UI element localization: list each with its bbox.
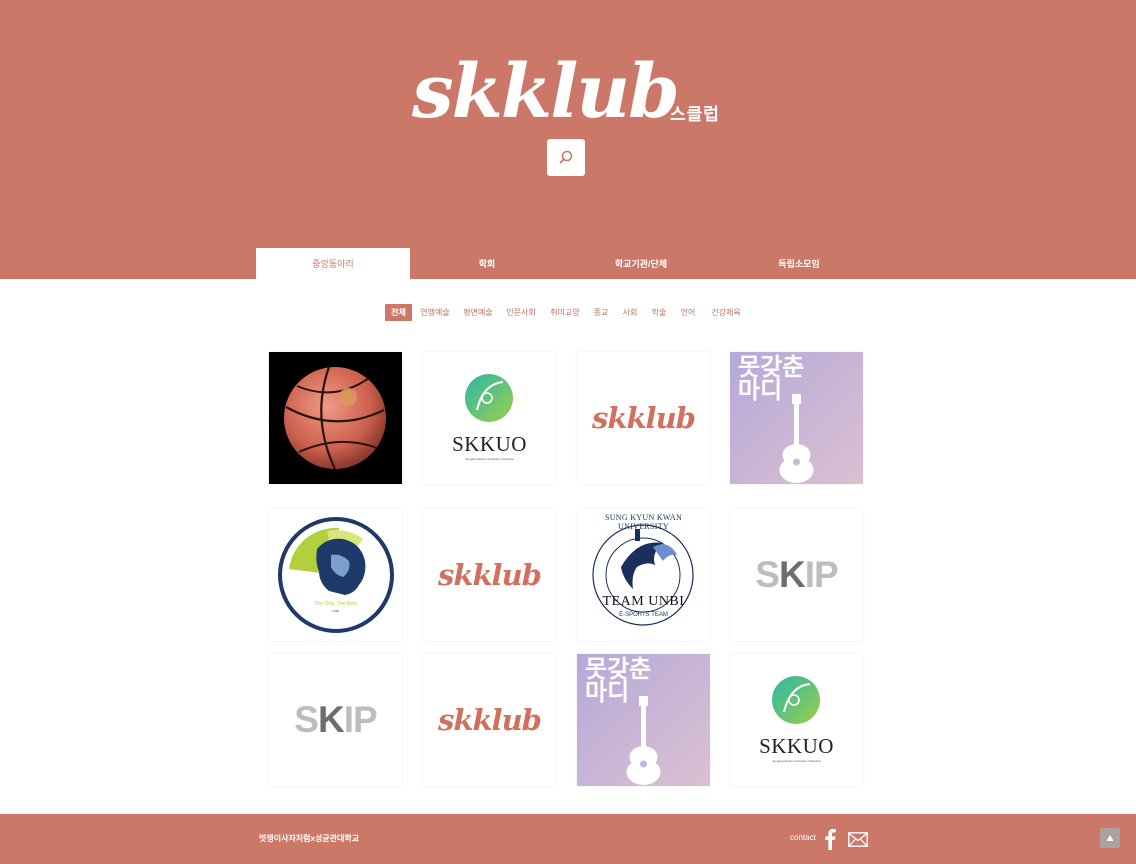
search-button[interactable] xyxy=(547,139,585,176)
skkuo-wordmark: SKKUO xyxy=(759,734,834,758)
lion-crest-icon xyxy=(278,517,394,633)
skkuo-wordmark: SKKUO xyxy=(452,432,527,456)
unbi-sub: E-SPORTS TEAM xyxy=(619,612,668,618)
skip-letter-k: K xyxy=(317,699,345,740)
skip-letter-s: S xyxy=(755,554,780,595)
filter-bar: 전체 연행예술 평면예술 인문사회 취미교양 종교 사회 학술 언어 건강체육 xyxy=(0,304,1136,322)
club-card-basketball[interactable] xyxy=(269,352,402,484)
skkuo-tagline: Sungkyunkwan University Orchestra xyxy=(772,759,821,763)
skip-letters-ip: IP xyxy=(343,699,378,740)
facebook-icon[interactable] xyxy=(823,828,837,850)
logo-subtitle: 스클럽 xyxy=(670,105,720,124)
skklub-placeholder-logo: skklub xyxy=(438,703,542,737)
arrow-up-icon xyxy=(1106,835,1114,841)
filter-religion[interactable]: 종교 xyxy=(590,304,612,321)
skip-logo: SKIP xyxy=(269,654,402,786)
mail-icon[interactable] xyxy=(848,832,868,847)
filter-hobbies[interactable]: 취미교양 xyxy=(547,304,583,321)
category-tabs: 중앙동아리 학회 학교기관/단체 독립소모임 xyxy=(256,248,880,279)
skkuo-tagline: Sungkyunkwan University Orchestra xyxy=(465,457,514,461)
club-card-guitar[interactable]: 못갖춘마디 xyxy=(730,352,863,484)
scroll-top-button[interactable] xyxy=(1100,828,1120,848)
basketball-image xyxy=(269,352,402,484)
search-icon xyxy=(559,150,573,164)
club-card-guitar-2[interactable]: 못갖춘마디 xyxy=(577,654,710,786)
orchestra-logo-icon xyxy=(772,676,820,724)
site-logo[interactable]: skklub 스클럽 xyxy=(412,52,742,132)
filter-academics[interactable]: 학술 xyxy=(648,304,670,321)
club-card-skklub-placeholder-3[interactable]: skklub xyxy=(423,654,556,786)
club-card-skklub-placeholder[interactable]: skklub xyxy=(577,352,710,484)
tab-school-organizations[interactable]: 학교기관/단체 xyxy=(564,248,718,279)
filter-humanities[interactable]: 인문사회 xyxy=(503,304,539,321)
club-card-team-unbi[interactable]: TEAM UNBI E-SPORTS TEAM SUNG KYUN KWAN U… xyxy=(577,509,710,641)
lion-sub: LINE xyxy=(332,609,339,613)
club-card-skip[interactable]: SKIP xyxy=(730,509,863,641)
tab-independent-groups[interactable]: 독립소모임 xyxy=(722,248,876,279)
logo-wordmark: skklub xyxy=(412,49,680,135)
filter-sports[interactable]: 건강체육 xyxy=(707,304,745,321)
guitar-poster-title: 못갖춘마디 xyxy=(738,354,805,404)
guitar-poster-title: 못갖춘마디 xyxy=(585,656,652,706)
filter-performing-arts[interactable]: 연행예술 xyxy=(417,304,453,321)
filter-language[interactable]: 언어 xyxy=(677,304,699,321)
club-card-skklub-placeholder-2[interactable]: skklub xyxy=(423,509,556,641)
lion-motto: The Only, The Best xyxy=(314,601,357,607)
filter-society[interactable]: 사회 xyxy=(619,304,641,321)
skip-logo: SKIP xyxy=(730,509,863,641)
skip-letter-s: S xyxy=(294,699,319,740)
skip-letter-k: K xyxy=(778,554,806,595)
filter-visual-arts[interactable]: 평면예술 xyxy=(460,304,496,321)
orchestra-logo-icon xyxy=(465,374,513,422)
footer-contact-label: contact xyxy=(790,833,816,842)
tab-academic-societies[interactable]: 학회 xyxy=(410,248,564,279)
club-card-skkuo-2[interactable]: SKKUO Sungkyunkwan University Orchestra xyxy=(730,654,863,786)
skklub-placeholder-logo: skklub xyxy=(592,401,696,435)
club-card-lion[interactable]: The Only, The Best LINE xyxy=(269,509,402,641)
header: skklub 스클럽 중앙동아리 학회 학교기관/단체 독립소모임 xyxy=(0,0,1136,279)
unbi-team-name: TEAM UNBI xyxy=(602,594,685,609)
footer-organization: 멋쟁이사자처럼x성균관대학교 xyxy=(259,834,360,843)
unbi-ring-text: SUNG KYUN KWAN UNIVERSITY xyxy=(604,513,683,531)
filter-all[interactable]: 전체 xyxy=(385,304,412,321)
club-card-skkuo[interactable]: SKKUO Sungkyunkwan University Orchestra xyxy=(423,352,556,484)
club-card-skip-2[interactable]: SKIP xyxy=(269,654,402,786)
skip-letters-ip: IP xyxy=(804,554,839,595)
skklub-placeholder-logo: skklub xyxy=(438,558,542,592)
tab-central-clubs[interactable]: 중앙동아리 xyxy=(256,248,410,279)
footer: 멋쟁이사자처럼x성균관대학교 contact xyxy=(0,814,1136,864)
